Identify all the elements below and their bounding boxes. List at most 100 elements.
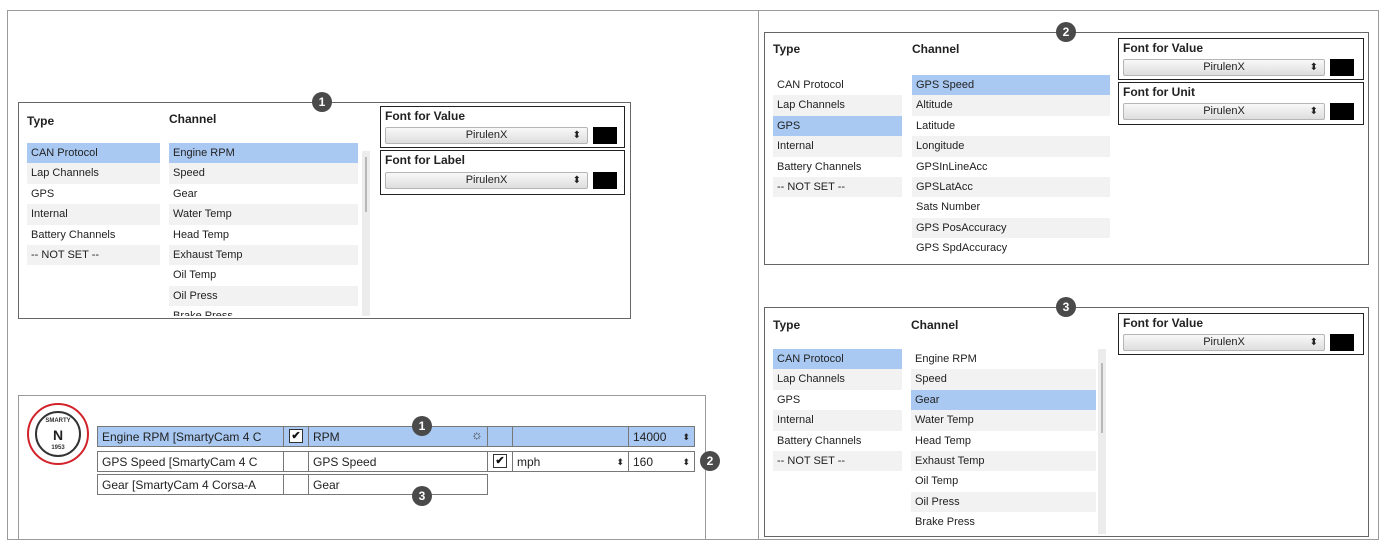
font-value-box: Font for Value PirulenX ⬍ (380, 106, 625, 148)
spinner-icon[interactable]: ⬍ (682, 427, 690, 446)
table-row-source[interactable]: Gear [SmartyCam 4 Corsa-A (97, 474, 284, 495)
channel-item[interactable]: Oil Press (911, 491, 1096, 513)
type-item[interactable]: Battery Channels (773, 157, 902, 177)
type-item[interactable]: Internal (773, 136, 902, 157)
type-item[interactable]: Lap Channels (27, 163, 160, 184)
step-badge-1: 1 (312, 92, 332, 112)
font-value-box: Font for Value PirulenX ⬍ (1118, 38, 1364, 80)
font-unit-select[interactable]: PirulenX ⬍ (1123, 103, 1325, 120)
channel-item[interactable]: Altitude (912, 95, 1110, 116)
font-label-select[interactable]: PirulenX ⬍ (385, 172, 588, 189)
type-item[interactable]: GPS (27, 184, 160, 204)
channel-header: Channel (169, 112, 217, 126)
font-value-text: PirulenX (465, 129, 508, 141)
channel-item[interactable]: Head Temp (169, 225, 358, 245)
step-badge-3: 3 (1056, 297, 1076, 317)
font-label-label: Font for Label (385, 153, 465, 167)
enable-checkbox[interactable]: ✔ (289, 429, 303, 443)
type-list[interactable]: CAN Protocol Lap Channels GPS Internal B… (773, 75, 902, 198)
table-row-label[interactable]: RPM (308, 426, 488, 447)
channel-item[interactable]: GPS PosAccuracy (912, 217, 1110, 239)
channel-item[interactable]: Longitude (912, 136, 1110, 157)
channel-item[interactable]: Engine RPM (169, 143, 358, 164)
channel-scrollbar[interactable] (1098, 349, 1106, 534)
spinner-icon[interactable]: ⬍ (682, 452, 690, 471)
channel-item[interactable]: Sats Number (912, 197, 1110, 217)
channel-item[interactable]: Oil Press (169, 285, 358, 307)
channel-item[interactable]: Gear (169, 184, 358, 204)
font-value-select[interactable]: PirulenX ⬍ (385, 127, 588, 144)
font-label-color-swatch[interactable] (593, 172, 617, 189)
type-item[interactable]: GPS (773, 390, 902, 410)
channel-item[interactable]: Speed (169, 163, 358, 184)
font-value-label: Font for Value (1123, 41, 1204, 55)
type-item[interactable]: -- NOT SET -- (773, 176, 902, 198)
channel-item[interactable]: Exhaust Temp (911, 450, 1096, 472)
unit-enable-checkbox[interactable]: ✔ (493, 454, 507, 468)
type-item[interactable]: CAN Protocol (27, 143, 160, 164)
max-value: 160 (633, 455, 654, 469)
scrollbar-thumb[interactable] (1101, 363, 1103, 433)
table-row-unit[interactable] (512, 426, 629, 447)
type-item[interactable]: CAN Protocol (773, 349, 902, 370)
table-row-source[interactable]: Engine RPM [SmartyCam 4 C (97, 426, 284, 447)
font-value-select[interactable]: PirulenX ⬍ (1123, 59, 1325, 76)
channel-item[interactable]: Speed (911, 369, 1096, 390)
type-list[interactable]: CAN Protocol Lap Channels GPS Internal B… (773, 349, 902, 472)
channel-list[interactable]: Engine RPM Speed Gear Water Temp Head Te… (911, 349, 1096, 533)
type-header: Type (27, 114, 55, 128)
type-item[interactable]: Internal (773, 410, 902, 431)
channel-item[interactable]: Oil Temp (169, 265, 358, 285)
table-row-max[interactable]: 14000 ⬍ (628, 426, 695, 447)
font-value-select[interactable]: PirulenX ⬍ (1123, 334, 1325, 351)
type-item[interactable]: CAN Protocol (773, 75, 902, 95)
table-row-source[interactable]: GPS Speed [SmartyCam 4 C (97, 451, 284, 472)
type-item[interactable]: -- NOT SET -- (27, 244, 160, 266)
table-row-check-cell (283, 474, 309, 495)
table-row-label[interactable]: GPS Speed (308, 451, 488, 472)
select-arrow-icon: ⬍ (1309, 62, 1318, 73)
gear-icon[interactable]: ☼ (471, 427, 483, 442)
channel-item[interactable]: Water Temp (911, 410, 1096, 431)
table-row-max[interactable]: 160 ⬍ (628, 451, 695, 472)
font-unit-color-swatch[interactable] (1330, 103, 1354, 120)
channel-item[interactable]: GPS Speed (912, 75, 1110, 96)
font-value-color-swatch[interactable] (593, 127, 617, 144)
type-item[interactable]: -- NOT SET -- (773, 450, 902, 472)
table-row-unit-select[interactable]: mph ⬍ (512, 451, 629, 472)
type-item[interactable]: GPS (773, 115, 902, 137)
scrollbar-thumb[interactable] (365, 157, 367, 212)
type-item[interactable]: Battery Channels (27, 225, 160, 245)
font-value-color-swatch[interactable] (1330, 334, 1354, 351)
type-item[interactable]: Internal (27, 204, 160, 225)
channel-item[interactable]: Latitude (912, 116, 1110, 136)
channel-item[interactable]: Head Temp (911, 431, 1096, 451)
channel-item[interactable]: Gear (911, 389, 1096, 411)
type-item[interactable]: Battery Channels (773, 431, 902, 451)
channel-item[interactable]: GPSLatAcc (912, 176, 1110, 198)
channel-item[interactable]: Exhaust Temp (169, 244, 358, 266)
channel-item[interactable]: Water Temp (169, 204, 358, 225)
channel-item[interactable]: Brake Press (169, 306, 358, 316)
channel-item[interactable]: Brake Press (911, 512, 1096, 532)
channel-item[interactable]: Engine RPM (911, 349, 1096, 369)
channel-item[interactable]: Oil Temp (911, 471, 1096, 491)
channel-item[interactable]: GPSInLineAcc (912, 157, 1110, 177)
channel-panel-top-right: Type Channel CAN Protocol Lap Channels G… (764, 32, 1369, 265)
channel-scrollbar[interactable] (362, 151, 370, 316)
table-row-check-cell (283, 451, 309, 472)
step-badge-1: 1 (412, 416, 432, 436)
font-label-box: Font for Label PirulenX ⬍ (380, 150, 625, 195)
type-item[interactable]: Lap Channels (773, 369, 902, 390)
table-row-label[interactable]: Gear (308, 474, 488, 495)
type-list[interactable]: CAN Protocol Lap Channels GPS Internal B… (27, 143, 160, 266)
channel-item[interactable]: GPS SpdAccuracy (912, 238, 1110, 258)
font-value-text: PirulenX (1203, 336, 1245, 348)
channel-list[interactable]: GPS Speed Altitude Latitude Longitude GP… (912, 75, 1110, 259)
type-item[interactable]: Lap Channels (773, 95, 902, 116)
font-value-text: PirulenX (1203, 61, 1245, 73)
select-arrow-icon: ⬍ (616, 457, 624, 467)
font-value-color-swatch[interactable] (1330, 59, 1354, 76)
channel-list[interactable]: Engine RPM Speed Gear Water Temp Head Te… (169, 143, 358, 316)
logo-top-text: SMARTY (45, 418, 71, 424)
